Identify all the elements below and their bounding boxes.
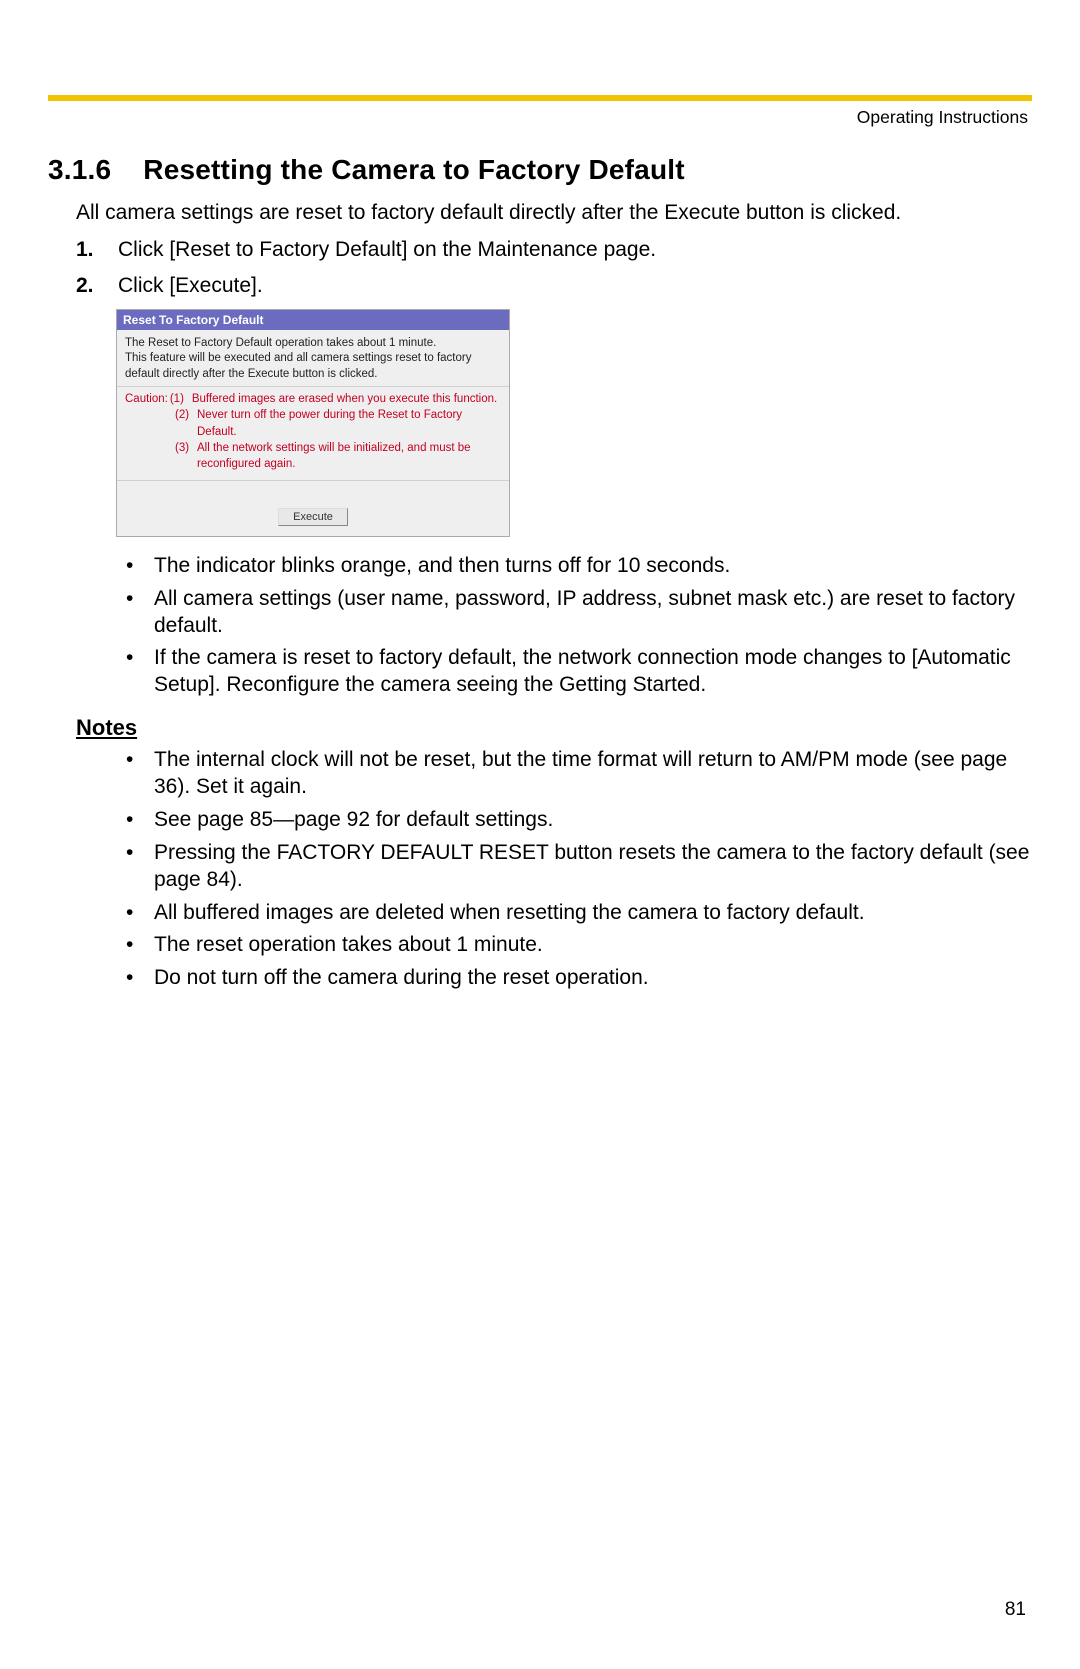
panel-titlebar: Reset To Factory Default — [117, 310, 509, 330]
note-item: The reset operation takes about 1 minute… — [118, 932, 1032, 959]
section-intro: All camera settings are reset to factory… — [76, 200, 1032, 226]
caution-text: Never turn off the power during the Rese… — [197, 407, 501, 439]
note-item: Pressing the FACTORY DEFAULT RESET butto… — [118, 840, 1032, 894]
caution-text: All the network settings will be initial… — [197, 440, 501, 472]
panel-desc-line2: This feature will be executed and all ca… — [125, 352, 471, 380]
note-item: See page 85—page 92 for default settings… — [118, 807, 1032, 834]
bullet-item: The indicator blinks orange, and then tu… — [118, 553, 1032, 580]
bullet-item: If the camera is reset to factory defaul… — [118, 645, 1032, 699]
step-text: Click [Execute]. — [118, 274, 263, 297]
caution-num: (3) — [175, 440, 197, 472]
caution-label: Caution: — [125, 391, 168, 407]
bullet-item: All camera settings (user name, password… — [118, 586, 1032, 640]
note-item: All buffered images are deleted when res… — [118, 900, 1032, 927]
step-number: 1. — [76, 236, 94, 263]
document-page: Operating Instructions 3.1.6 Resetting th… — [0, 0, 1080, 1669]
step-item: 1. Click [Reset to Factory Default] on th… — [76, 236, 1032, 263]
step-list: 1. Click [Reset to Factory Default] on th… — [76, 236, 1032, 299]
section-heading: 3.1.6 Resetting the Camera to Factory Def… — [48, 154, 1032, 186]
execute-button[interactable]: Execute — [278, 508, 348, 526]
notes-heading: Notes — [76, 715, 1032, 741]
panel-desc-line1: The Reset to Factory Default operation t… — [125, 337, 436, 349]
caution-num: (2) — [175, 407, 197, 439]
top-rule — [48, 95, 1032, 101]
section-number: 3.1.6 — [48, 154, 111, 185]
note-item: The internal clock will not be reset, bu… — [118, 747, 1032, 801]
after-bullets: The indicator blinks orange, and then tu… — [118, 553, 1032, 699]
notes-list: The internal clock will not be reset, bu… — [118, 747, 1032, 992]
step-number: 2. — [76, 272, 94, 299]
panel-description: The Reset to Factory Default operation t… — [117, 330, 509, 388]
caution-block: Caution: (1) Buffered images are erased … — [117, 387, 509, 480]
step-text: Click [Reset to Factory Default] on the … — [118, 238, 656, 261]
panel-button-row: Execute — [117, 481, 509, 536]
note-item: Do not turn off the camera during the re… — [118, 965, 1032, 992]
section-title: Resetting the Camera to Factory Default — [143, 154, 684, 185]
reset-panel: Reset To Factory Default The Reset to Fa… — [116, 309, 510, 537]
running-header: Operating Instructions — [48, 107, 1028, 128]
page-number: 81 — [1005, 1599, 1026, 1621]
caution-text: Buffered images are erased when you exec… — [192, 391, 501, 407]
step-item: 2. Click [Execute]. — [76, 272, 1032, 299]
caution-num: (1) — [170, 391, 192, 407]
